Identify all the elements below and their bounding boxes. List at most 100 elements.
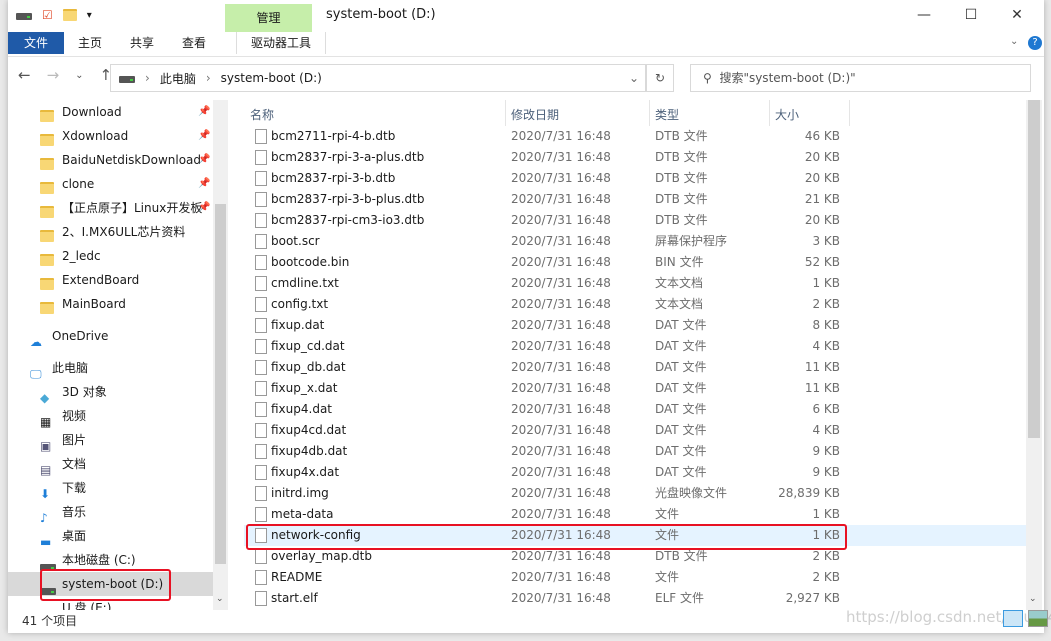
file-row[interactable]: fixup4cd.dat 2020/7/31 16:48 DAT 文件 4 KB bbox=[244, 420, 1034, 441]
minimize-button[interactable]: — bbox=[901, 4, 947, 26]
maximize-button[interactable]: ☐ bbox=[948, 4, 994, 26]
file-icon bbox=[255, 402, 267, 417]
customize-toolbar-icon[interactable]: ▾ bbox=[87, 10, 92, 21]
new-folder-icon[interactable] bbox=[62, 9, 77, 21]
help-icon[interactable]: ? bbox=[1028, 36, 1042, 50]
file-row[interactable]: README 2020/7/31 16:48 文件 2 KB bbox=[244, 567, 1034, 588]
nav-item[interactable]: ▦ 视频 bbox=[8, 404, 228, 429]
nav-scrollbar[interactable]: ⌄ bbox=[213, 100, 228, 610]
tab-file[interactable]: 文件 bbox=[8, 32, 64, 54]
scroll-down-icon[interactable]: ⌄ bbox=[216, 594, 224, 604]
nav-scrollbar-thumb[interactable] bbox=[215, 204, 226, 564]
nav-item[interactable]: Download 📌 bbox=[8, 100, 228, 124]
file-row[interactable]: bcm2837-rpi-3-b.dtb 2020/7/31 16:48 DTB 文件… bbox=[244, 168, 1034, 189]
file-name: fixup_db.dat bbox=[271, 360, 346, 374]
nav-item[interactable]: ▣ 图片 bbox=[8, 428, 228, 453]
column-type[interactable]: 类型 bbox=[655, 106, 679, 123]
nav-item[interactable]: ⬇ 下载 bbox=[8, 476, 228, 501]
nav-item[interactable]: 【正点原子】Linux开发板 📌 bbox=[8, 196, 228, 220]
column-name[interactable]: 名称 bbox=[250, 106, 274, 123]
pin-icon[interactable]: 📌 bbox=[198, 124, 210, 148]
search-input[interactable]: ⚲ 搜索"system-boot (D:)" bbox=[690, 64, 1031, 92]
breadcrumb-separator-icon[interactable]: › bbox=[206, 71, 211, 85]
column-divider[interactable] bbox=[649, 100, 650, 126]
nav-item[interactable]: MainBoard bbox=[8, 292, 228, 316]
file-icon bbox=[255, 381, 267, 396]
breadcrumb-drive[interactable]: system-boot (D:) bbox=[221, 71, 322, 85]
file-row[interactable]: initrd.img 2020/7/31 16:48 光盘映像文件 28,839 KB bbox=[244, 483, 1034, 504]
properties-icon[interactable]: ☑ bbox=[42, 8, 53, 22]
back-arrow-icon[interactable]: ← bbox=[18, 66, 31, 86]
breadcrumb-separator-icon[interactable]: › bbox=[145, 71, 150, 85]
file-row[interactable]: bcm2837-rpi-3-a-plus.dtb 2020/7/31 16:48 D… bbox=[244, 147, 1034, 168]
nav-item[interactable]: ☁ OneDrive bbox=[8, 324, 228, 349]
close-button[interactable]: ✕ bbox=[994, 4, 1040, 26]
nav-item[interactable]: ▬ 桌面 bbox=[8, 524, 228, 549]
breadcrumb-this-pc[interactable]: 此电脑 bbox=[160, 70, 196, 87]
tab-share[interactable]: 共享 bbox=[116, 32, 168, 54]
file-type: BIN 文件 bbox=[655, 255, 704, 269]
tab-view[interactable]: 查看 bbox=[168, 32, 220, 54]
tab-drive-tools[interactable]: 驱动器工具 bbox=[236, 32, 327, 54]
file-row[interactable]: bcm2837-rpi-cm3-io3.dtb 2020/7/31 16:48 DT… bbox=[244, 210, 1034, 231]
manage-contextual-tab[interactable]: 管理 bbox=[225, 4, 312, 32]
nav-item[interactable]: Xdownload 📌 bbox=[8, 124, 228, 148]
recent-locations-icon[interactable]: ⌄ bbox=[75, 66, 83, 86]
file-row[interactable]: bootcode.bin 2020/7/31 16:48 BIN 文件 52 KB bbox=[244, 252, 1034, 273]
nav-item-label: BaiduNetdiskDownload bbox=[62, 153, 202, 167]
nav-item-label: Xdownload bbox=[62, 129, 129, 143]
file-row[interactable]: start.elf 2020/7/31 16:48 ELF 文件 2,927 KB bbox=[244, 588, 1034, 609]
file-row[interactable]: config.txt 2020/7/31 16:48 文本文档 2 KB bbox=[244, 294, 1034, 315]
nav-item[interactable]: 2、I.MX6ULL芯片资料 bbox=[8, 220, 228, 244]
scroll-down-icon[interactable]: ⌄ bbox=[1029, 594, 1037, 604]
file-row[interactable]: fixup_cd.dat 2020/7/31 16:48 DAT 文件 4 KB bbox=[244, 336, 1034, 357]
refresh-button[interactable]: ↻ bbox=[646, 64, 674, 92]
nav-item[interactable]: clone 📌 bbox=[8, 172, 228, 196]
file-name: bcm2711-rpi-4-b.dtb bbox=[271, 129, 396, 143]
pin-icon[interactable]: 📌 bbox=[198, 148, 210, 172]
forward-arrow-icon[interactable]: → bbox=[47, 66, 60, 86]
nav-item-label: clone bbox=[62, 177, 95, 191]
file-scrollbar[interactable]: ⌄ bbox=[1026, 100, 1042, 610]
sort-ascending-icon: ^ bbox=[374, 100, 382, 106]
file-row[interactable]: fixup4.dat 2020/7/31 16:48 DAT 文件 6 KB bbox=[244, 399, 1034, 420]
file-row[interactable]: fixup_x.dat 2020/7/31 16:48 DAT 文件 11 KB bbox=[244, 378, 1034, 399]
nav-item[interactable]: BaiduNetdiskDownload 📌 bbox=[8, 148, 228, 172]
file-row[interactable]: fixup4x.dat 2020/7/31 16:48 DAT 文件 9 KB bbox=[244, 462, 1034, 483]
column-divider[interactable] bbox=[769, 100, 770, 126]
collapse-ribbon-icon[interactable]: ⌄ bbox=[1010, 36, 1018, 47]
tab-home[interactable]: 主页 bbox=[64, 32, 116, 54]
file-row[interactable]: meta-data 2020/7/31 16:48 文件 1 KB bbox=[244, 504, 1034, 525]
column-divider[interactable] bbox=[505, 100, 506, 126]
column-divider[interactable] bbox=[849, 100, 850, 126]
nav-item[interactable]: ExtendBoard bbox=[8, 268, 228, 292]
pin-icon[interactable]: 📌 bbox=[198, 100, 210, 124]
nav-item[interactable]: ◆ 3D 对象 bbox=[8, 380, 228, 405]
file-row[interactable]: bcm2711-rpi-4-b.dtb 2020/7/31 16:48 DTB 文件… bbox=[244, 126, 1034, 147]
nav-item[interactable]: 🖵 此电脑 bbox=[8, 356, 228, 381]
nav-item-label: 2、I.MX6ULL芯片资料 bbox=[62, 225, 186, 239]
nav-item[interactable]: ▤ 文档 bbox=[8, 452, 228, 477]
file-row[interactable]: cmdline.txt 2020/7/31 16:48 文本文档 1 KB bbox=[244, 273, 1034, 294]
column-date[interactable]: 修改日期 bbox=[511, 106, 559, 123]
file-row[interactable]: fixup4db.dat 2020/7/31 16:48 DAT 文件 9 KB bbox=[244, 441, 1034, 462]
nav-item[interactable]: ♪ 音乐 bbox=[8, 500, 228, 525]
file-row[interactable]: boot.scr 2020/7/31 16:48 屏幕保护程序 3 KB bbox=[244, 231, 1034, 252]
address-bar[interactable]: › 此电脑 › system-boot (D:) ⌄ bbox=[110, 64, 646, 92]
nav-item-label: U 盘 (E:) bbox=[62, 601, 112, 610]
file-row[interactable]: bcm2837-rpi-3-b-plus.dtb 2020/7/31 16:48 D… bbox=[244, 189, 1034, 210]
large-icons-view-icon[interactable] bbox=[1028, 610, 1048, 627]
nav-item[interactable]: 2_ledc bbox=[8, 244, 228, 268]
nav-item bbox=[8, 348, 228, 356]
chevron-down-icon[interactable]: ⌄ bbox=[629, 71, 639, 85]
file-row[interactable]: fixup_db.dat 2020/7/31 16:48 DAT 文件 11 KB bbox=[244, 357, 1034, 378]
file-row[interactable]: fixup.dat 2020/7/31 16:48 DAT 文件 8 KB bbox=[244, 315, 1034, 336]
nav-item-label: 下载 bbox=[62, 481, 87, 495]
file-scrollbar-thumb[interactable] bbox=[1028, 100, 1040, 438]
file-date: 2020/7/31 16:48 bbox=[511, 339, 611, 353]
details-view-icon[interactable] bbox=[1003, 610, 1023, 627]
column-size[interactable]: 大小 bbox=[775, 106, 799, 123]
pin-icon[interactable]: 📌 bbox=[198, 172, 210, 196]
file-name: cmdline.txt bbox=[271, 276, 339, 290]
pin-icon[interactable]: 📌 bbox=[198, 196, 210, 220]
